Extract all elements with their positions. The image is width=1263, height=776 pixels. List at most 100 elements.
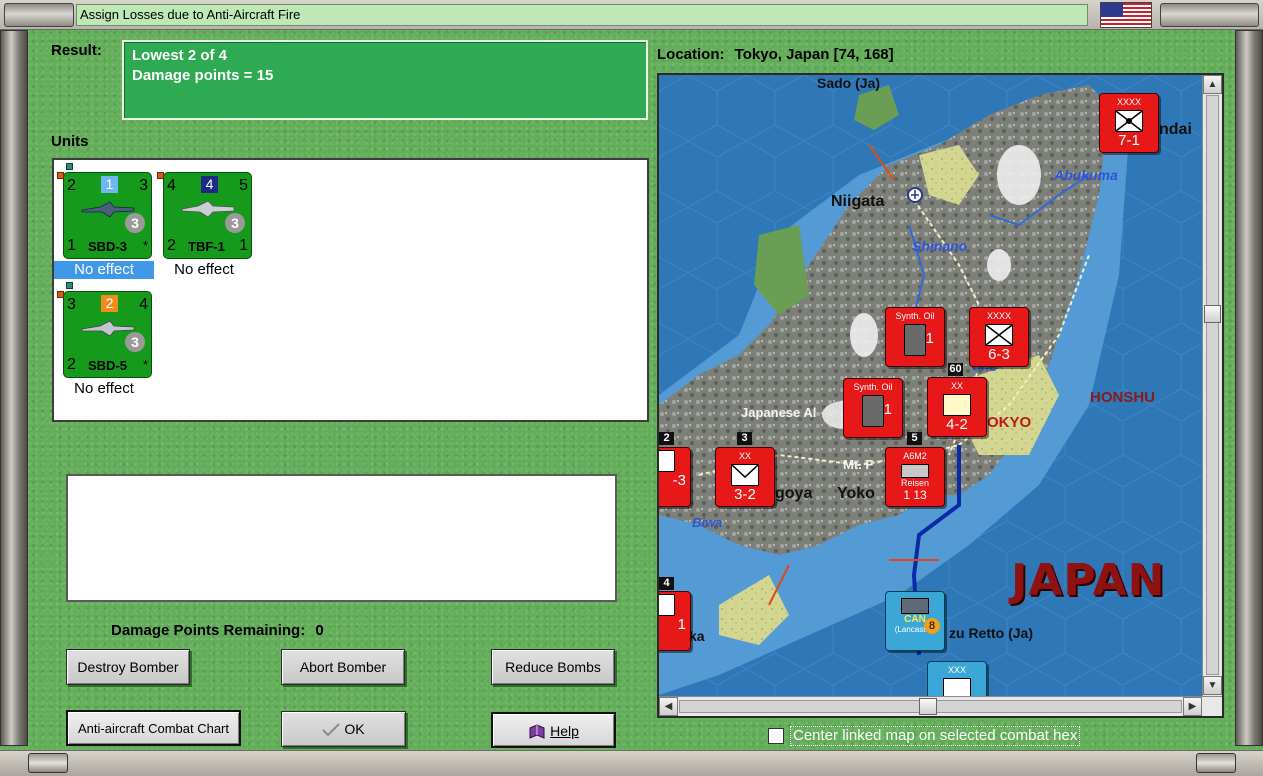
map-counter-naval[interactable]: XXX [927, 661, 987, 696]
counter-size: XXX [947, 665, 966, 675]
map-counter-army-6-3[interactable]: XXXX 6-3 [969, 307, 1029, 367]
map-counter-synth-oil-2[interactable]: Synth. Oil 1 [843, 378, 903, 438]
unit-status: No effect [54, 261, 154, 279]
map-counter-corps-3-2[interactable]: XX 3-2 [715, 447, 775, 507]
aircraft-values: 1 13 [903, 488, 927, 502]
infantry-symbol-icon [731, 464, 759, 486]
help-button[interactable]: Help [491, 712, 616, 748]
bottom-left-bolt [28, 753, 68, 773]
unit-marker: 1 [239, 237, 248, 254]
left-frame-rail [0, 30, 28, 746]
vertical-scroll-track[interactable] [1206, 95, 1219, 675]
map-horizontal-scrollbar[interactable]: ◀ ▶ [659, 696, 1222, 716]
defense-value: 4 [139, 296, 148, 313]
unit-card-sbd-5[interactable]: 3 2 4 3 2 SBD-5 * No effect [54, 279, 154, 397]
counter-title: Synth. Oil [853, 382, 893, 392]
counter-value: 1 [883, 401, 892, 418]
damage-points-label: Damage Points Remaining: 0 [111, 622, 324, 639]
bottom-frame-rail [0, 750, 1263, 776]
range-circle: 3 [225, 213, 245, 233]
bomber-plane-icon [901, 598, 929, 614]
scroll-left-icon[interactable]: ◀ [659, 697, 678, 716]
counter-value: 1 [925, 330, 934, 347]
unit-card-sbd-3[interactable]: 2 1 3 3 1 SBD-3 * No effect [54, 160, 154, 279]
range-circle: 3 [125, 213, 145, 233]
title-left-bolt [4, 3, 74, 27]
unit-name: SBD-5 [88, 358, 128, 373]
orange-marker-icon [57, 172, 64, 179]
aa-combat-chart-button[interactable]: Anti-aircraft Combat Chart [66, 710, 241, 746]
map-location: Location: Tokyo, Japan [74, 168] [657, 46, 894, 63]
help-label: Help [550, 723, 579, 739]
stack-count: 60 [948, 363, 963, 376]
attack-value: 4 [167, 177, 176, 194]
stack-count: 4 [659, 577, 674, 590]
stack-count: 2 [659, 432, 674, 445]
us-flag-icon [1100, 2, 1152, 28]
attack-value: 2 [67, 177, 76, 194]
orange-marker-icon [157, 172, 164, 179]
checkbox-box[interactable] [768, 728, 784, 744]
checkbox-label[interactable]: Center linked map on selected combat hex [790, 726, 1081, 746]
map-label-abukuma: Abukuma [1054, 167, 1118, 183]
units-list[interactable]: 2 1 3 3 1 SBD-3 * No effect 4 4 5 3 2 TB… [52, 158, 649, 422]
scroll-up-icon[interactable]: ▲ [1203, 75, 1222, 94]
map-counter-partial-osaka[interactable]: 1 [659, 591, 691, 651]
damage-points-caption: Damage Points Remaining: [111, 622, 306, 639]
right-frame-rail [1235, 30, 1263, 746]
oil-derrick-icon [904, 324, 926, 356]
map-label-japanese-alps: Japanese Al [741, 405, 817, 420]
units-label: Units [51, 133, 89, 150]
map-label-osaka: ka [689, 628, 705, 644]
map-counter-partial-left[interactable]: -3 [659, 447, 691, 507]
map-view[interactable]: Sado (Ja) Niigata Abukuma Shinano ndai H… [659, 75, 1202, 696]
horizontal-scroll-thumb[interactable] [919, 698, 937, 715]
defense-value: 3 [139, 177, 148, 194]
counter-strength: -3 [672, 472, 686, 489]
result-label: Result: [51, 42, 102, 59]
map-counter-army-7-1[interactable]: XXXX 7-1 [1099, 93, 1159, 153]
title-bar[interactable]: Assign Losses due to Anti-Aircraft Fire [0, 0, 1263, 30]
counter-strength: 1 [677, 616, 686, 633]
unit-counter[interactable]: 4 4 5 3 2 TBF-1 1 [163, 172, 252, 259]
unit-counter[interactable]: 2 1 3 3 1 SBD-3 * [63, 172, 152, 259]
window-title: Assign Losses due to Anti-Aircraft Fire [76, 4, 1088, 26]
infantry-symbol-icon [1115, 110, 1143, 132]
counter-title: Synth. Oil [895, 311, 935, 321]
unit-counter[interactable]: 3 2 4 3 2 SBD-5 * [63, 291, 152, 378]
location-caption: Location: [657, 46, 725, 63]
scroll-right-icon[interactable]: ▶ [1183, 697, 1202, 716]
destroy-bomber-button[interactable]: Destroy Bomber [66, 649, 190, 685]
unit-name: SBD-3 [88, 239, 128, 254]
map-counter-a6m2-reisen[interactable]: A6M2 Reisen 1 13 [885, 447, 945, 507]
map-panel: Sado (Ja) Niigata Abukuma Shinano ndai H… [657, 73, 1224, 718]
map-counter-corps-4-2[interactable]: XX 4-2 [927, 377, 987, 437]
ok-button[interactable]: OK [281, 711, 406, 747]
infantry-symbol-icon [659, 450, 675, 472]
location-value: Tokyo, Japan [74, 168] [734, 46, 894, 63]
map-counter-lancaster[interactable]: CAN (Lancaster) 8 [885, 591, 945, 651]
help-book-icon [529, 724, 545, 740]
unit-card-tbf-1[interactable]: 4 4 5 3 2 TBF-1 1 No effect [154, 160, 254, 278]
map-label-izu-retto: zu Retto (Ja) [949, 625, 1033, 641]
map-label-nagoya: goya [775, 485, 813, 502]
map-label-sado: Sado (Ja) [817, 75, 881, 91]
map-counter-synth-oil[interactable]: Synth. Oil 1 [885, 307, 945, 367]
counter-size: XX [738, 451, 751, 461]
counter-strength: 3-2 [734, 486, 756, 503]
defense-value: 5 [239, 177, 248, 194]
abort-bomber-button[interactable]: Abort Bomber [281, 649, 405, 685]
unit-marker: * [142, 357, 148, 372]
map-vertical-scrollbar[interactable]: ▲ ▼ [1202, 75, 1222, 696]
result-line-1: Lowest 2 of 4 [132, 47, 228, 64]
map-label-tokyo: OKYO [987, 414, 1032, 431]
oil-derrick-icon [862, 395, 884, 427]
reduce-bombs-button[interactable]: Reduce Bombs [491, 649, 615, 685]
unit-marker: * [142, 238, 148, 253]
vertical-scroll-thumb[interactable] [1204, 305, 1221, 323]
fighter-plane-icon [901, 464, 929, 478]
message-box [66, 474, 617, 602]
scroll-down-icon[interactable]: ▼ [1203, 676, 1222, 695]
checkmark-icon [322, 723, 341, 737]
counter-strength: 4-2 [946, 416, 968, 433]
